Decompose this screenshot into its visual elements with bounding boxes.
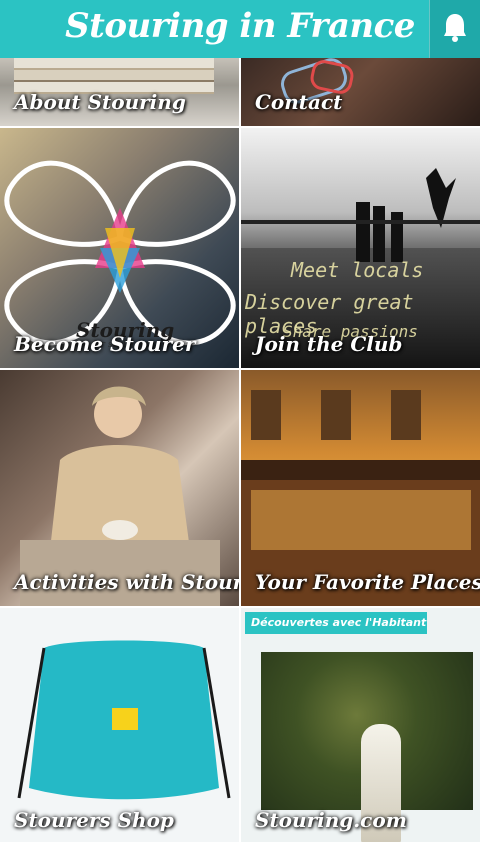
bell-icon xyxy=(444,14,466,42)
app-title: Stouring in France xyxy=(65,6,415,46)
tile-label: About Stouring xyxy=(14,90,186,114)
club-overlay-text: Meet locals xyxy=(291,258,424,282)
tile-label: Stourers Shop xyxy=(14,808,174,832)
tile-stouring-website[interactable]: Découvertes avec l'Habitant Stouring.com xyxy=(241,608,480,842)
tile-favorite-places[interactable]: Your Favorite Places xyxy=(241,370,480,606)
tile-contact[interactable]: Contact xyxy=(241,58,480,126)
website-banner: Découvertes avec l'Habitant xyxy=(245,612,427,634)
tile-label: Your Favorite Places xyxy=(255,570,480,594)
tile-activities[interactable]: Activities with Stourers xyxy=(0,370,239,606)
tile-stourers-shop[interactable]: Stourers Shop xyxy=(0,608,239,842)
tile-label: Join the Club xyxy=(255,332,403,356)
garden-photo xyxy=(261,652,473,842)
menu-grid: About Stouring Contact Stouring for soci… xyxy=(0,58,480,854)
books-image xyxy=(14,58,214,94)
app-header: Stouring in France xyxy=(0,0,480,58)
tile-about-stouring[interactable]: About Stouring xyxy=(0,58,239,126)
tile-label: Stouring.com xyxy=(255,808,407,832)
drawstring-bag-image xyxy=(17,640,231,800)
tile-join-club[interactable]: Meet locals Discover great places Share … xyxy=(241,128,480,368)
tile-label: Become Stourer xyxy=(14,332,196,356)
notification-button[interactable] xyxy=(429,0,480,58)
tile-become-stourer[interactable]: Stouring for social touring Become Stour… xyxy=(0,128,239,368)
tile-label: Contact xyxy=(255,90,343,114)
tile-label: Activities with Stourers xyxy=(14,570,239,594)
people-silhouette xyxy=(241,168,480,262)
